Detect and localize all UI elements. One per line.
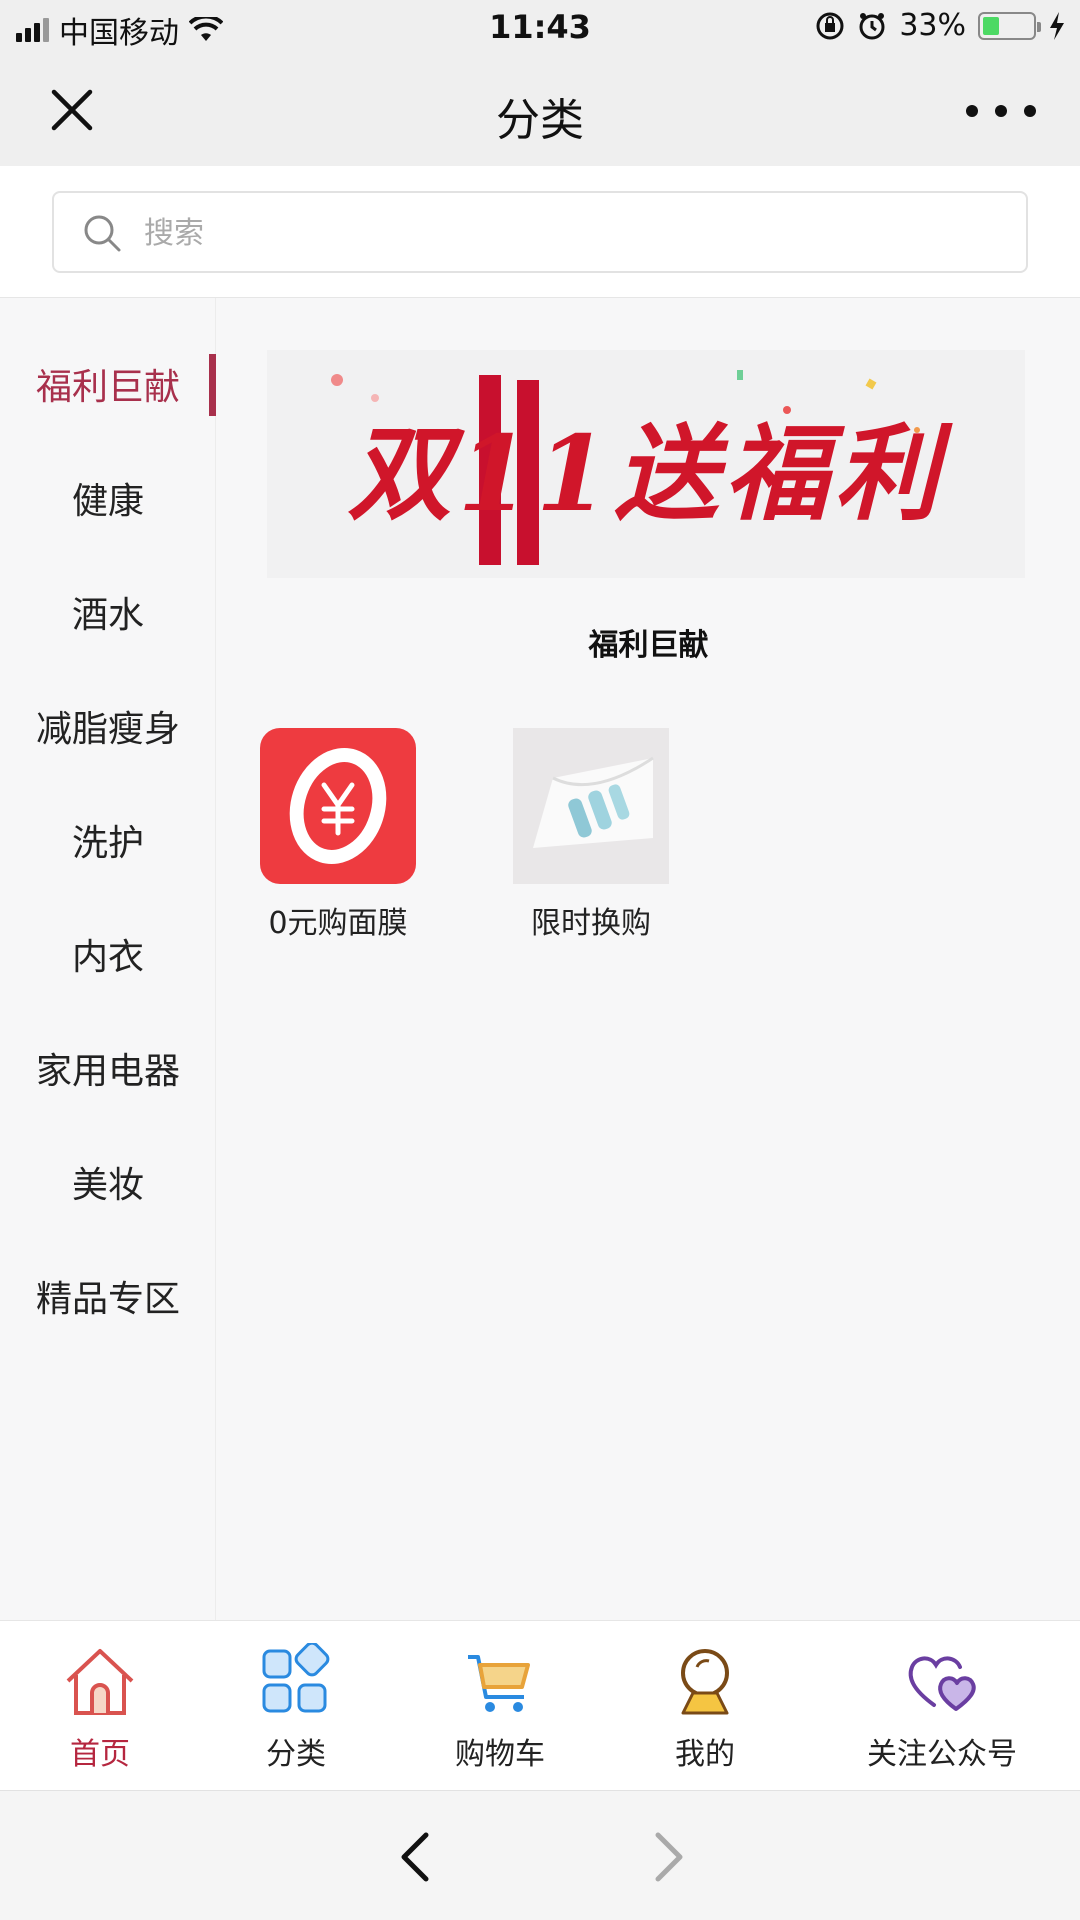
sidebar-item-label: 精品专区 <box>35 1279 180 1320</box>
bottom-tab-bar: 首页 分类 购物车 我的 关注公众号 <box>0 1620 1080 1790</box>
category-content: 双11送福利 福利巨献 0元购面膜 限时换购 <box>217 298 1080 1620</box>
sidebar-item-label: 内衣 <box>71 937 144 978</box>
sidebar-item-health[interactable]: 健康 <box>0 458 216 538</box>
tab-home[interactable]: 首页 <box>0 1643 200 1773</box>
cart-icon <box>468 1655 530 1712</box>
search-icon <box>84 215 121 252</box>
category-grid-icon <box>262 1643 330 1713</box>
battery-percent: 33% <box>899 8 966 43</box>
hearts-icon <box>908 1656 976 1711</box>
sidebar-item-label: 家用电器 <box>35 1051 180 1092</box>
screen: 中国移动 11:43 33% 分类 搜索 福利巨献 健康 酒水 减脂瘦身 洗护 … <box>0 0 1080 1920</box>
tab-follow[interactable]: 关注公众号 <box>842 1643 1042 1773</box>
tab-category[interactable]: 分类 <box>196 1643 396 1773</box>
tab-label: 我的 <box>675 1737 735 1772</box>
sidebar-item-premium[interactable]: 精品专区 <box>0 1256 216 1336</box>
sidebar-item-underwear[interactable]: 内衣 <box>0 914 216 994</box>
banner-text: 双11送福利 <box>347 411 945 535</box>
sidebar-item-appliances[interactable]: 家用电器 <box>0 1028 216 1108</box>
tab-label: 首页 <box>70 1737 130 1772</box>
sidebar-item-drinks[interactable]: 酒水 <box>0 572 216 652</box>
yen-coin-icon <box>260 728 416 884</box>
browser-toolbar <box>0 1790 1080 1920</box>
product-tile-free-mask[interactable]: 0元购面膜 <box>238 728 438 942</box>
sidebar-item-label: 美妆 <box>71 1165 144 1206</box>
sidebar-item-label: 健康 <box>71 481 144 522</box>
search-area <box>0 166 1080 298</box>
alarm-icon <box>859 12 885 39</box>
charging-icon <box>1050 11 1064 40</box>
sidebar-item-label: 酒水 <box>71 595 144 636</box>
tab-label: 关注公众号 <box>867 1737 1017 1772</box>
section-title: 福利巨献 <box>588 628 709 663</box>
search-box[interactable] <box>52 191 1028 273</box>
sidebar-item-label: 洗护 <box>71 823 144 864</box>
more-menu-icon[interactable] <box>966 86 1036 136</box>
search-input[interactable] <box>144 207 1004 259</box>
sidebar-item-welfare[interactable]: 福利巨献 <box>0 344 216 424</box>
sidebar-item-slimming[interactable]: 减脂瘦身 <box>0 686 216 766</box>
sidebar-item-makeup[interactable]: 美妆 <box>0 1142 216 1222</box>
promo-banner[interactable]: 双11送福利 <box>267 350 1025 578</box>
rotation-lock-icon <box>816 12 844 39</box>
tab-label: 购物车 <box>455 1737 545 1772</box>
product-photo <box>513 728 669 884</box>
tab-mine[interactable]: 我的 <box>605 1643 805 1773</box>
forward-arrow-icon[interactable] <box>644 1829 694 1885</box>
tab-cart[interactable]: 购物车 <box>400 1643 600 1773</box>
tile-label: 0元购面膜 <box>268 906 408 941</box>
back-arrow-icon[interactable] <box>390 1829 440 1885</box>
status-right: 33% <box>815 8 1066 43</box>
sidebar-item-care[interactable]: 洗护 <box>0 800 216 880</box>
status-bar: 中国移动 11:43 33% <box>0 0 1080 54</box>
profile-icon <box>681 1649 729 1715</box>
tile-label: 限时换购 <box>531 906 651 941</box>
category-sidebar: 福利巨献 健康 酒水 减脂瘦身 洗护 内衣 家用电器 美妆 精品专区 <box>0 298 216 1620</box>
sidebar-item-label: 福利巨献 <box>35 367 180 408</box>
product-tile-exchange[interactable]: 限时换购 <box>491 728 691 942</box>
page-title: 分类 <box>496 95 584 146</box>
navbar: 分类 <box>0 54 1080 166</box>
tab-label: 分类 <box>266 1737 326 1772</box>
sidebar-item-label: 减脂瘦身 <box>35 709 180 750</box>
battery-icon <box>978 11 1041 40</box>
home-icon <box>66 1649 134 1715</box>
